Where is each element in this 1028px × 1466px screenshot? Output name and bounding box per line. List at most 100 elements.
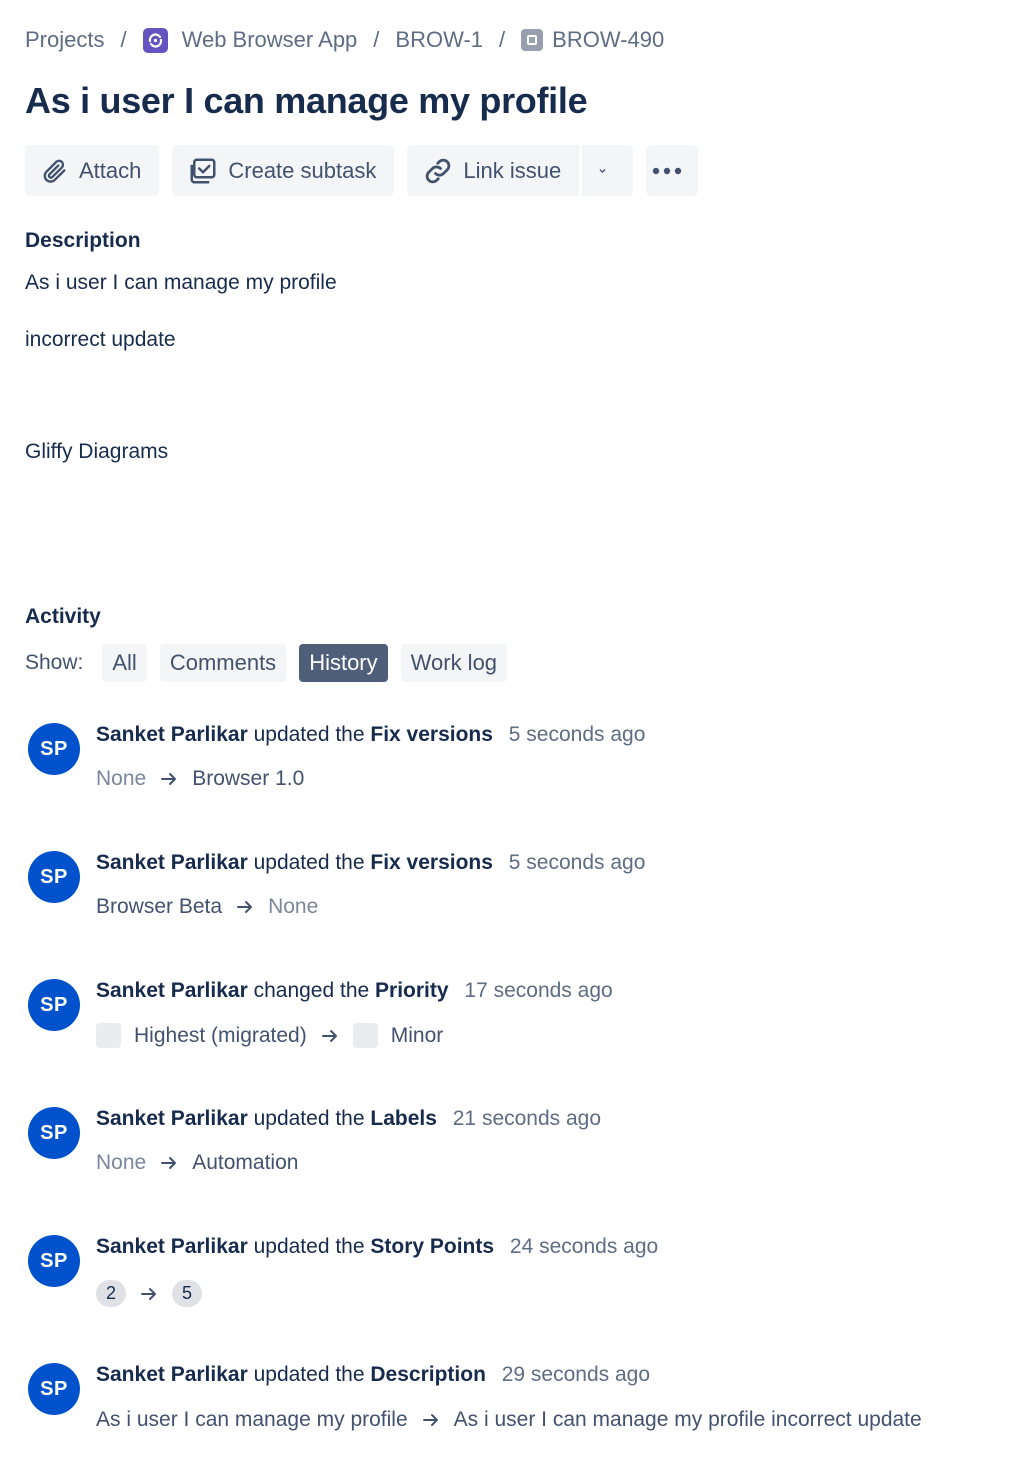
gliffy-diagrams-label: Gliffy Diagrams [25,440,169,463]
user-name[interactable]: Sanket Parlikar [96,1107,254,1130]
history-change: None Browser 1.0 [96,767,304,791]
link-issue-dropdown-button[interactable] [579,145,634,196]
history-entry-header: Sanket Parlikar updated the Description … [96,1363,650,1387]
user-name[interactable]: Sanket Parlikar [96,723,254,746]
history-action: updated the [253,1363,371,1386]
avatar[interactable]: SP [28,1235,80,1287]
history-change: As i user I can manage my profile As i u… [96,1408,922,1432]
history-timestamp: 21 seconds ago [452,1107,602,1130]
breadcrumb-issue-label: BROW-490 [552,27,665,52]
history-timestamp: 29 seconds ago [501,1363,651,1386]
breadcrumb: Projects / Web Browser App / BROW-1 / BR… [25,22,664,58]
link-issue-button[interactable]: Link issue [407,145,580,196]
issue-type-icon [521,29,544,51]
activity-filter-bar: Show: All Comments History Work log [25,644,520,682]
filter-worklog-button[interactable]: Work log [400,644,508,682]
history-from-value: Browser Beta [96,895,223,918]
user-name[interactable]: Sanket Parlikar [96,851,254,874]
chevron-down-icon [599,168,606,173]
history-change: None Automation [96,1151,298,1175]
history-timestamp: 17 seconds ago [464,979,613,1002]
history-field: Fix versions [370,851,499,874]
description-heading: Description [25,229,141,252]
issue-toolbar: Attach Create subtask Link issue [25,145,711,196]
paperclip-icon [43,159,66,183]
arrow-right-icon [236,899,254,915]
history-to-value: Minor [390,1023,444,1047]
history-change: Browser Beta None [96,895,318,919]
history-timestamp: 5 seconds ago [508,851,646,874]
project-avatar-icon [142,27,168,53]
user-name[interactable]: Sanket Parlikar [96,979,254,1002]
show-label: Show: [25,651,84,674]
history-action: changed the [253,979,376,1002]
subtask-icon [190,158,216,183]
more-icon [652,167,682,174]
avatar[interactable]: SP [28,1107,80,1159]
history-entry-header: Sanket Parlikar changed the Priority 17 … [96,979,613,1003]
history-action: updated the [253,1107,371,1130]
breadcrumb-project[interactable]: Web Browser App [142,27,358,53]
link-issue-label: Link issue [463,157,562,183]
priority-icon [96,1023,121,1048]
story-points-badge: 2 [96,1280,126,1307]
breadcrumb-separator: / [499,27,506,52]
arrow-right-icon [140,1286,158,1302]
avatar[interactable]: SP [28,723,80,775]
arrow-right-icon [422,1412,440,1428]
attach-button[interactable]: Attach [25,145,160,196]
history-change: Highest (migrated) Minor [96,1023,443,1048]
history-from-value: None [96,1151,147,1174]
description-text-line[interactable]: As i user I can manage my profile [25,271,337,295]
story-points-badge: 5 [172,1280,202,1307]
history-field: Priority [375,979,455,1002]
breadcrumb-project-label: Web Browser App [181,27,358,52]
history-action: updated the [253,1235,371,1258]
history-field: Story Points [370,1235,500,1258]
history-to-value: None [268,895,319,918]
avatar[interactable]: SP [28,851,80,903]
breadcrumb-separator: / [120,27,127,52]
history-entry-header: Sanket Parlikar updated the Fix versions… [96,723,645,747]
history-to-value: Browser 1.0 [192,767,305,790]
issue-title[interactable]: As i user I can manage my profile [25,80,588,122]
history-to-value: As i user I can manage my profile incorr… [453,1408,922,1431]
description-text-line[interactable]: incorrect update [25,328,176,352]
history-to-value: Automation [192,1151,299,1174]
history-change: 2 5 [96,1280,202,1307]
link-icon [426,158,451,183]
breadcrumb-parent[interactable]: BROW-1 [395,27,483,53]
filter-history-button[interactable]: History [299,644,388,682]
history-field: Labels [370,1107,443,1130]
filter-all-button[interactable]: All [102,644,147,682]
history-from-value: Highest (migrated) [134,1023,307,1047]
filter-comments-button[interactable]: Comments [159,644,287,682]
history-action: updated the [253,851,371,874]
breadcrumb-separator: / [373,27,380,52]
arrow-right-icon [160,771,178,787]
create-subtask-button[interactable]: Create subtask [172,145,395,196]
history-action: updated the [253,723,371,746]
history-entry-header: Sanket Parlikar updated the Fix versions… [96,851,645,875]
history-field: Fix versions [370,723,499,746]
avatar[interactable]: SP [28,1363,80,1415]
history-timestamp: 24 seconds ago [509,1235,659,1258]
history-entry-header: Sanket Parlikar updated the Story Points… [96,1235,658,1259]
priority-icon [352,1023,378,1048]
attach-label: Attach [79,157,142,183]
more-actions-button[interactable] [646,145,699,196]
breadcrumb-projects[interactable]: Projects [25,27,104,53]
create-subtask-label: Create subtask [228,157,377,183]
activity-heading: Activity [25,605,101,628]
arrow-right-icon [160,1155,178,1171]
history-from-value: None [96,767,147,790]
arrow-right-icon [321,1028,339,1044]
history-from-value: As i user I can manage my profile [96,1408,408,1431]
user-name[interactable]: Sanket Parlikar [96,1363,254,1386]
breadcrumb-issue[interactable]: BROW-490 [521,27,664,53]
history-entry-header: Sanket Parlikar updated the Labels 21 se… [96,1107,601,1131]
history-timestamp: 5 seconds ago [508,723,646,746]
avatar[interactable]: SP [28,979,80,1031]
history-field: Description [370,1363,492,1386]
user-name[interactable]: Sanket Parlikar [96,1235,254,1258]
